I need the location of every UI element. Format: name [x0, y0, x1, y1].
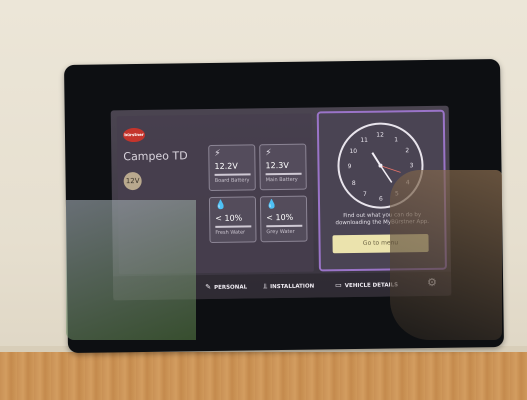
clock-numeral-9: 9	[348, 163, 352, 170]
wood-panel	[0, 352, 527, 400]
window-reflection	[66, 200, 196, 340]
tile-value: < 10%	[266, 212, 294, 223]
tile-bar	[214, 173, 251, 176]
tile-label: Main Battery	[265, 176, 298, 184]
voltage-badge: 12V	[123, 171, 142, 191]
tile-main-battery[interactable]: ⚡ 12.3V Main Battery	[259, 143, 307, 191]
clock-numeral-1: 1	[394, 136, 398, 143]
tile-bar	[265, 172, 302, 176]
vehicle-icon: ▭	[335, 281, 342, 290]
drop-icon: 💧	[214, 200, 227, 211]
tile-board-battery[interactable]: ⚡ 12.2V Board Battery	[208, 144, 256, 192]
hand-reflection	[390, 170, 502, 340]
clock-numeral-6: 6	[379, 196, 383, 203]
clock-numeral-10: 10	[349, 148, 357, 155]
drop-icon: 💧	[265, 200, 278, 211]
vehicle-model-name: Campeo TD	[123, 149, 188, 164]
clock-numeral-11: 11	[360, 137, 368, 144]
tile-value: 12.3V	[265, 160, 289, 171]
tile-grey-water[interactable]: 💧 < 10% Grey Water	[259, 195, 308, 243]
clock-numeral-8: 8	[352, 180, 356, 187]
clock-numeral-7: 7	[363, 191, 367, 198]
tile-label: Grey Water	[266, 228, 295, 236]
clock-hour-hand	[371, 152, 382, 167]
nav-installation[interactable]: ⫫ INSTALLATION	[263, 282, 314, 292]
clock-minute-hand	[379, 165, 393, 183]
tile-fresh-water[interactable]: 💧 < 10% Fresh Water	[208, 196, 257, 244]
bolt-icon: ⚡	[214, 148, 221, 159]
tile-value: < 10%	[215, 213, 243, 223]
clock-numeral-12: 12	[376, 132, 384, 139]
tile-bar	[215, 225, 252, 228]
tile-label: Fresh Water	[215, 229, 246, 236]
installation-icon: ⫫	[263, 282, 268, 291]
personal-icon: ✎	[205, 282, 212, 292]
tile-value: 12.2V	[214, 161, 238, 171]
nav-personal[interactable]: ✎ PERSONAL	[205, 282, 247, 291]
nav-installation-label: INSTALLATION	[270, 283, 315, 291]
tile-bar	[266, 224, 303, 228]
nav-vehicle-details[interactable]: ▭ VEHICLE DETAILS	[335, 280, 398, 289]
clock-numeral-3: 3	[410, 162, 414, 169]
nav-personal-label: PERSONAL	[214, 284, 248, 291]
bolt-icon: ⚡	[265, 148, 272, 159]
tile-label: Board Battery	[214, 177, 250, 184]
clock-numeral-2: 2	[405, 147, 409, 154]
brand-logo: bürstner	[122, 127, 146, 143]
